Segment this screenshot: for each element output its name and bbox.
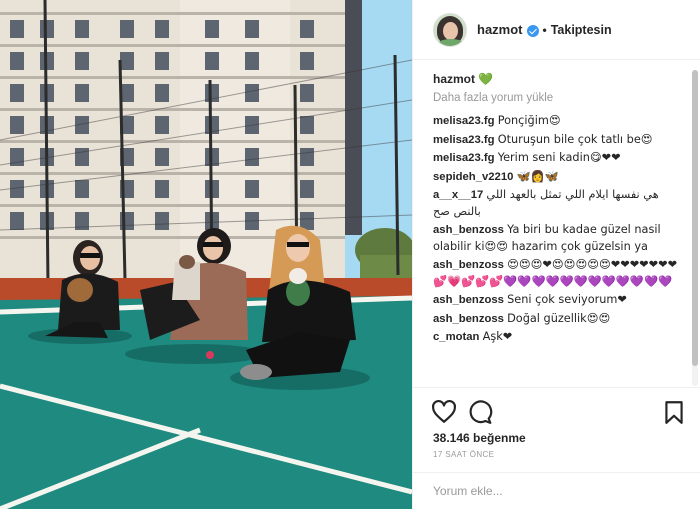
comment-text: Oturuşun bile çok tatlı be😍 [497,132,653,146]
comment-item: sepideh_v2210 🦋👩🦋 [433,169,683,186]
comment-text: Yerim seni kadin😋❤❤ [497,151,621,164]
verified-badge-icon [526,24,539,37]
comments-scrollbar[interactable] [692,70,698,386]
comment-item: ash_benzoss 😍😍😍❤😍😍😍😍😍❤❤❤❤❤❤❤💕💗💕💕💕💜💜💜💜💜💜💜… [433,257,683,290]
post-image [0,0,412,509]
post-actions: 38.146 beğenme 17 SAAT ÖNCE [413,387,700,472]
likes-count[interactable]: 38.146 beğenme [433,431,526,445]
comment-item: ash_benzoss Seni çok seviyorum❤ [433,292,683,309]
comment-username[interactable]: ash_benzoss [433,259,504,271]
comment-item: a__x__17 هي نفسها ايلام اللي تمثل بالعهد… [433,187,683,220]
comment-username[interactable]: ash_benzoss [433,224,504,236]
comment-item: melisa23.fg Yerim seni kadin😋❤❤ [433,150,683,167]
comment-text: 🦋👩🦋 [516,169,559,183]
comment-item: c_motan Aşk❤ [433,329,683,346]
comment-username[interactable]: melisa23.fg [433,134,495,146]
comment-text: Doğal güzellik😍😍 [507,311,611,325]
avatar[interactable] [433,12,467,47]
comments-list: hazmot 💚 Daha fazla yorum yükle melisa23… [413,60,700,387]
follow-status-button[interactable]: Takiptesin [551,23,612,37]
caption-text: 💚 [478,72,494,86]
add-comment-bar [413,472,700,509]
comment-username[interactable]: melisa23.fg [433,152,495,164]
bookmark-icon[interactable] [661,399,687,425]
comment-item: ash_benzoss Doğal güzellik😍😍 [433,311,683,328]
comment-item: melisa23.fg Oturuşun bile çok tatlı be😍 [433,132,683,149]
comment-text: Seni çok seviyorum❤ [507,293,627,306]
load-more-comments-button[interactable]: Daha fazla yorum yükle [433,92,683,104]
comment-text: Ponçiğim😍 [497,114,561,127]
comment-username[interactable]: ash_benzoss [433,294,504,306]
add-comment-input[interactable] [433,484,673,498]
caption-username[interactable]: hazmot [433,72,475,86]
scrollbar-thumb[interactable] [692,70,698,366]
comment-username[interactable]: sepideh_v2210 [433,171,513,183]
header-username[interactable]: hazmot [477,22,523,37]
post-photo[interactable] [0,0,412,509]
post-side-panel: hazmot • Takiptesin hazmot 💚 Daha fazla … [412,0,700,509]
comment-text: Aşk❤ [482,330,513,343]
comment-username[interactable]: ash_benzoss [433,313,504,325]
comment-icon[interactable] [467,399,493,425]
caption: hazmot 💚 [433,72,683,86]
post-header: hazmot • Takiptesin [413,0,700,60]
comment-item: ash_benzoss Ya biri bu kadae güzel nasil… [433,222,683,255]
comment-username[interactable]: melisa23.fg [433,115,495,127]
comment-item: melisa23.fg Ponçiğim😍 [433,113,683,130]
comment-username[interactable]: c_motan [433,331,479,343]
post-timestamp[interactable]: 17 SAAT ÖNCE [433,450,494,459]
comment-username[interactable]: a__x__17 [433,189,483,201]
heart-icon[interactable] [431,399,457,425]
separator-dot: • [542,22,547,37]
